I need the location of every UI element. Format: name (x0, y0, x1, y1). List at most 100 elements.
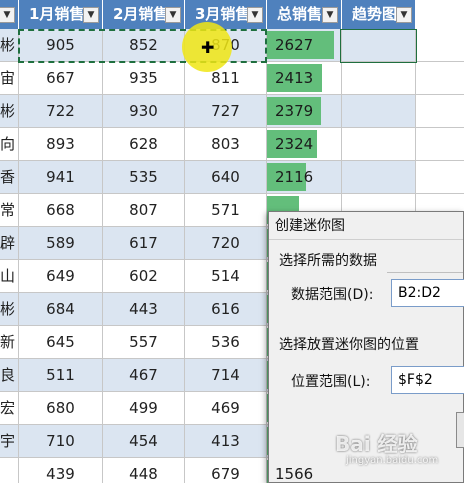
cell-feb[interactable]: 628 (103, 128, 185, 161)
total-value: 2413 (275, 69, 314, 87)
cell-name[interactable]: 彬 (0, 95, 19, 128)
cell-mar[interactable]: 536 (185, 326, 267, 359)
cell-mar[interactable]: 803 (185, 128, 267, 161)
cell-feb[interactable]: 499 (103, 392, 185, 425)
cell-name[interactable]: 彬 (0, 29, 19, 62)
cell-empty[interactable] (416, 29, 464, 62)
cell-trend[interactable] (342, 128, 416, 161)
cell-feb[interactable]: 935 (103, 62, 185, 95)
cell-trend[interactable] (342, 161, 416, 194)
cell-mar[interactable]: 720 (185, 227, 267, 260)
cell-total[interactable]: 2324 (267, 128, 342, 161)
total-value: 2627 (275, 36, 314, 54)
cell-mar[interactable]: 571 (185, 194, 267, 227)
table-row: 宙 667 935 811 2413 (0, 62, 464, 95)
cell-feb[interactable]: 535 (103, 161, 185, 194)
cell-feb[interactable]: 454 (103, 425, 185, 458)
cell-name[interactable]: 宏 (0, 392, 19, 425)
cell-total[interactable]: 2627 (267, 29, 342, 62)
dialog-title[interactable]: 创建迷你图 (269, 212, 463, 240)
cell-mar[interactable]: 469 (185, 392, 267, 425)
cell-mar[interactable]: 514 (185, 260, 267, 293)
header-trend[interactable]: 趋势图 ▼ (342, 0, 416, 29)
cell-jan[interactable]: 710 (19, 425, 103, 458)
table-row: 向 893 628 803 2324 (0, 128, 464, 161)
cell-mar[interactable]: 679 (185, 458, 267, 483)
cell-mar[interactable]: 616 (185, 293, 267, 326)
cell-mar[interactable]: 714 (185, 359, 267, 392)
cell-jan[interactable]: 893 (19, 128, 103, 161)
cell-feb[interactable]: 617 (103, 227, 185, 260)
table-row: 香 941 535 640 2116 (0, 161, 464, 194)
filter-dropdown-icon[interactable]: ▼ (0, 7, 15, 23)
cell-jan[interactable]: 941 (19, 161, 103, 194)
cell-jan[interactable]: 589 (19, 227, 103, 260)
cell-trend[interactable] (342, 95, 416, 128)
cell-total[interactable]: 2116 (267, 161, 342, 194)
cell-jan[interactable]: 668 (19, 194, 103, 227)
cell-jan[interactable]: 905 (19, 29, 103, 62)
ok-button[interactable] (456, 412, 464, 448)
cell-feb[interactable]: 557 (103, 326, 185, 359)
cell-trend[interactable] (342, 29, 416, 62)
cell-feb[interactable]: 443 (103, 293, 185, 326)
cell-jan[interactable]: 439 (19, 458, 103, 483)
total-value: 2116 (275, 168, 314, 186)
header-total[interactable]: 总销售 ▼ (267, 0, 342, 29)
cell-total[interactable]: 2413 (267, 62, 342, 95)
cell-name[interactable]: 新 (0, 326, 19, 359)
filter-dropdown-icon[interactable]: ▼ (83, 7, 99, 23)
cell-feb[interactable]: 930 (103, 95, 185, 128)
cell-empty[interactable] (416, 161, 464, 194)
cell-mar[interactable]: 640 (185, 161, 267, 194)
header-name[interactable]: ▼ (0, 0, 19, 29)
filter-dropdown-icon[interactable]: ▼ (396, 7, 412, 23)
cell-feb[interactable]: 807 (103, 194, 185, 227)
cell-jan[interactable]: 511 (19, 359, 103, 392)
data-range-label: 数据范围(D): (291, 287, 374, 303)
cell-feb[interactable]: 852 (103, 29, 185, 62)
cell-jan[interactable]: 722 (19, 95, 103, 128)
cell-feb[interactable]: 467 (103, 359, 185, 392)
filter-dropdown-icon[interactable]: ▼ (322, 7, 338, 23)
header-empty (416, 0, 464, 29)
cell-name[interactable]: 山 (0, 260, 19, 293)
cell-jan[interactable]: 645 (19, 326, 103, 359)
cell-trend[interactable] (342, 62, 416, 95)
cell-name[interactable]: 常 (0, 194, 19, 227)
location-range-input[interactable]: $F$2 (391, 366, 464, 394)
header-jan[interactable]: 1月销售 ▼ (19, 0, 103, 29)
table-row: 彬9058528702627 (0, 29, 464, 62)
cell-mar[interactable]: 413 (185, 425, 267, 458)
section-divider (387, 272, 463, 273)
cell-mar[interactable]: 727 (185, 95, 267, 128)
cell-total[interactable]: 2379 (267, 95, 342, 128)
cell-jan[interactable]: 684 (19, 293, 103, 326)
cell-name[interactable]: 宇 (0, 425, 19, 458)
total-value: 2324 (275, 135, 314, 153)
cell-name[interactable]: 辟 (0, 227, 19, 260)
data-range-input[interactable]: B2:D2 (391, 279, 464, 307)
cell-name[interactable]: 香 (0, 161, 19, 194)
filter-dropdown-icon[interactable]: ▼ (247, 7, 263, 23)
cell-jan[interactable]: 649 (19, 260, 103, 293)
location-section-label: 选择放置迷你图的位置 (279, 337, 419, 353)
cell-name[interactable]: 向 (0, 128, 19, 161)
cell-jan[interactable]: 680 (19, 392, 103, 425)
watermark-logo: Bai 经验 (335, 432, 418, 456)
filter-dropdown-icon[interactable]: ▼ (165, 7, 181, 23)
cell-empty[interactable] (416, 95, 464, 128)
header-feb[interactable]: 2月销售 ▼ (103, 0, 185, 29)
data-section-label: 选择所需的数据 (279, 253, 377, 269)
cell-feb[interactable]: 448 (103, 458, 185, 483)
cell-name[interactable]: 宙 (0, 62, 19, 95)
cell-empty[interactable] (416, 128, 464, 161)
cell-name[interactable]: 彬 (0, 293, 19, 326)
crosshair-cursor-icon: ✚ (201, 38, 215, 57)
cell-feb[interactable]: 602 (103, 260, 185, 293)
cell-empty[interactable] (416, 62, 464, 95)
cell-jan[interactable]: 667 (19, 62, 103, 95)
table-row: 彬 722 930 727 2379 (0, 95, 464, 128)
cell-name[interactable]: 良 (0, 359, 19, 392)
cell-name[interactable] (0, 458, 19, 483)
